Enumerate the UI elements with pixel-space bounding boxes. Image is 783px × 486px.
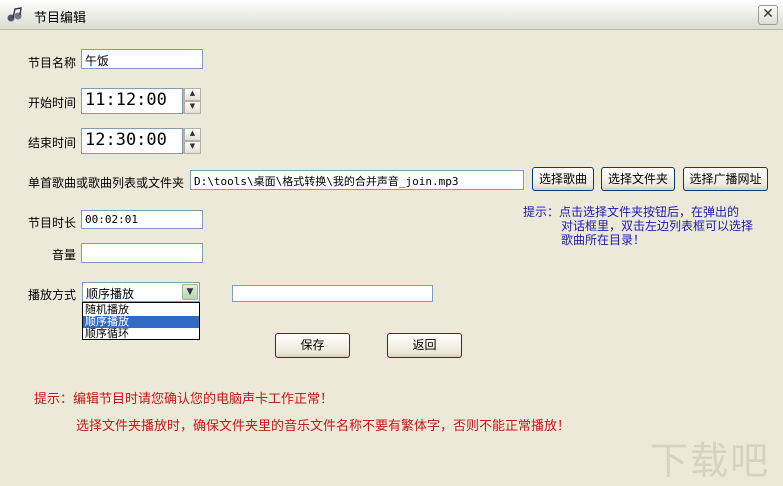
- volume-input[interactable]: [81, 243, 203, 263]
- folder-hint-line-1: 提示：点击选择文件夹按钮后，在弹出的: [523, 205, 740, 219]
- folder-hint-line-3: 歌曲所在目录！: [561, 233, 646, 247]
- close-button[interactable]: ✕: [758, 5, 778, 25]
- play-mode-select[interactable]: 顺序播放 ▼: [82, 282, 200, 302]
- volume-label: 音量: [52, 248, 77, 262]
- play-mode-dropdown: 随机播放 顺序播放 顺序循环: [82, 302, 200, 340]
- end-time-label: 结束时间: [28, 136, 77, 150]
- title-bar[interactable]: 节目编辑 ✕: [0, 0, 783, 30]
- play-mode-option-loop[interactable]: 顺序循环: [83, 328, 199, 340]
- play-mode-label: 播放方式: [28, 288, 77, 302]
- song-label: 单首歌曲或歌曲列表或文件夹: [28, 176, 185, 190]
- select-url-button[interactable]: 选择广播网址: [683, 167, 768, 191]
- window-title: 节目编辑: [34, 11, 87, 26]
- chevron-down-icon[interactable]: ▼: [182, 284, 198, 300]
- start-time-spinner[interactable]: ▲ ▼: [183, 88, 201, 114]
- play-mode-selected: 顺序播放: [86, 287, 135, 301]
- spin-down-icon[interactable]: ▼: [184, 101, 201, 114]
- song-path-input[interactable]: D:\tools\桌面\格式转换\我的合并声音_join.mp3: [190, 170, 524, 190]
- start-time-input[interactable]: 11:12:00: [81, 88, 183, 114]
- watermark-logo: 下载吧: [650, 439, 771, 483]
- duration-label: 节目时长: [28, 216, 77, 230]
- end-time-spinner[interactable]: ▲ ▼: [183, 128, 201, 154]
- save-button[interactable]: 保存: [275, 333, 350, 358]
- name-label: 节目名称: [28, 56, 77, 70]
- spin-up-icon[interactable]: ▲: [184, 128, 201, 141]
- extra-input[interactable]: [232, 285, 433, 302]
- start-time-label: 开始时间: [28, 96, 77, 110]
- back-button[interactable]: 返回: [387, 333, 462, 358]
- select-song-button[interactable]: 选择歌曲: [532, 167, 594, 191]
- program-edit-window: 节目编辑 ✕ 节目名称 午饭 开始时间 11:12:00 ▲ ▼ 结束时间 12…: [0, 0, 783, 486]
- duration-input[interactable]: 00:02:01: [81, 210, 203, 229]
- soundcard-warning: 提示：编辑节目时请您确认您的电脑声卡工作正常！: [34, 392, 334, 407]
- app-icon: [7, 7, 22, 22]
- end-time-input[interactable]: 12:30:00: [81, 128, 183, 154]
- folder-hint-line-2: 对话框里，双击左边列表框可以选择: [561, 219, 754, 233]
- program-name-input[interactable]: 午饭: [81, 49, 203, 69]
- spin-down-icon[interactable]: ▼: [184, 141, 201, 154]
- select-folder-button[interactable]: 选择文件夹: [601, 167, 675, 191]
- traditional-chars-warning: 选择文件夹播放时，确保文件夹里的音乐文件名称不要有繁体字，否则不能正常播放！: [76, 419, 571, 434]
- spin-up-icon[interactable]: ▲: [184, 88, 201, 101]
